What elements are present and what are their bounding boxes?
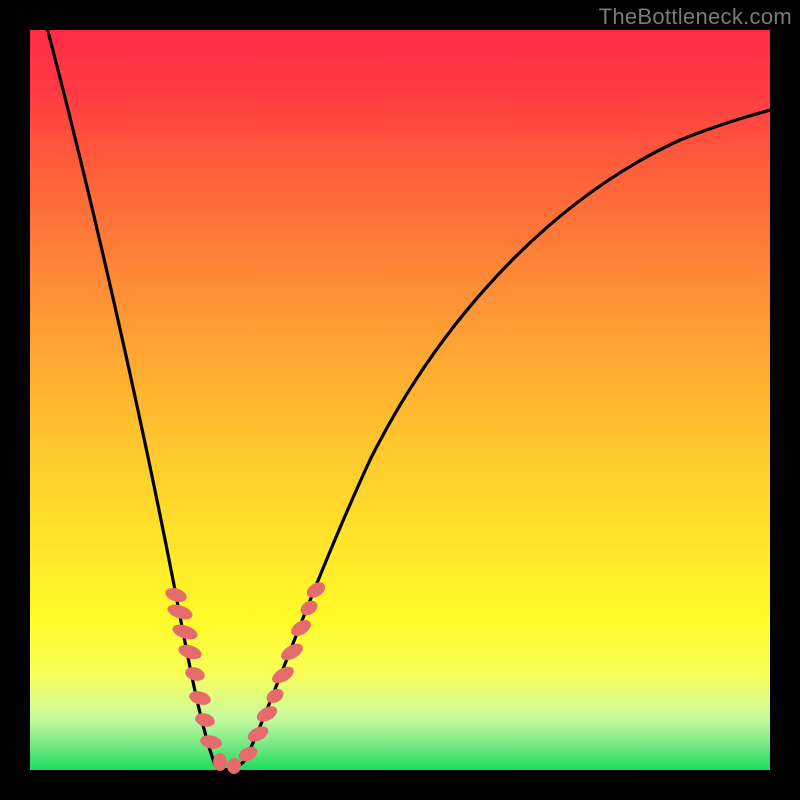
watermark-text: TheBottleneck.com bbox=[599, 4, 792, 30]
marker-cluster bbox=[164, 579, 328, 774]
bottleneck-curve-svg bbox=[30, 30, 770, 770]
bottleneck-curve bbox=[45, 20, 790, 770]
chart-frame: TheBottleneck.com bbox=[0, 0, 800, 800]
plot-area bbox=[30, 30, 770, 770]
